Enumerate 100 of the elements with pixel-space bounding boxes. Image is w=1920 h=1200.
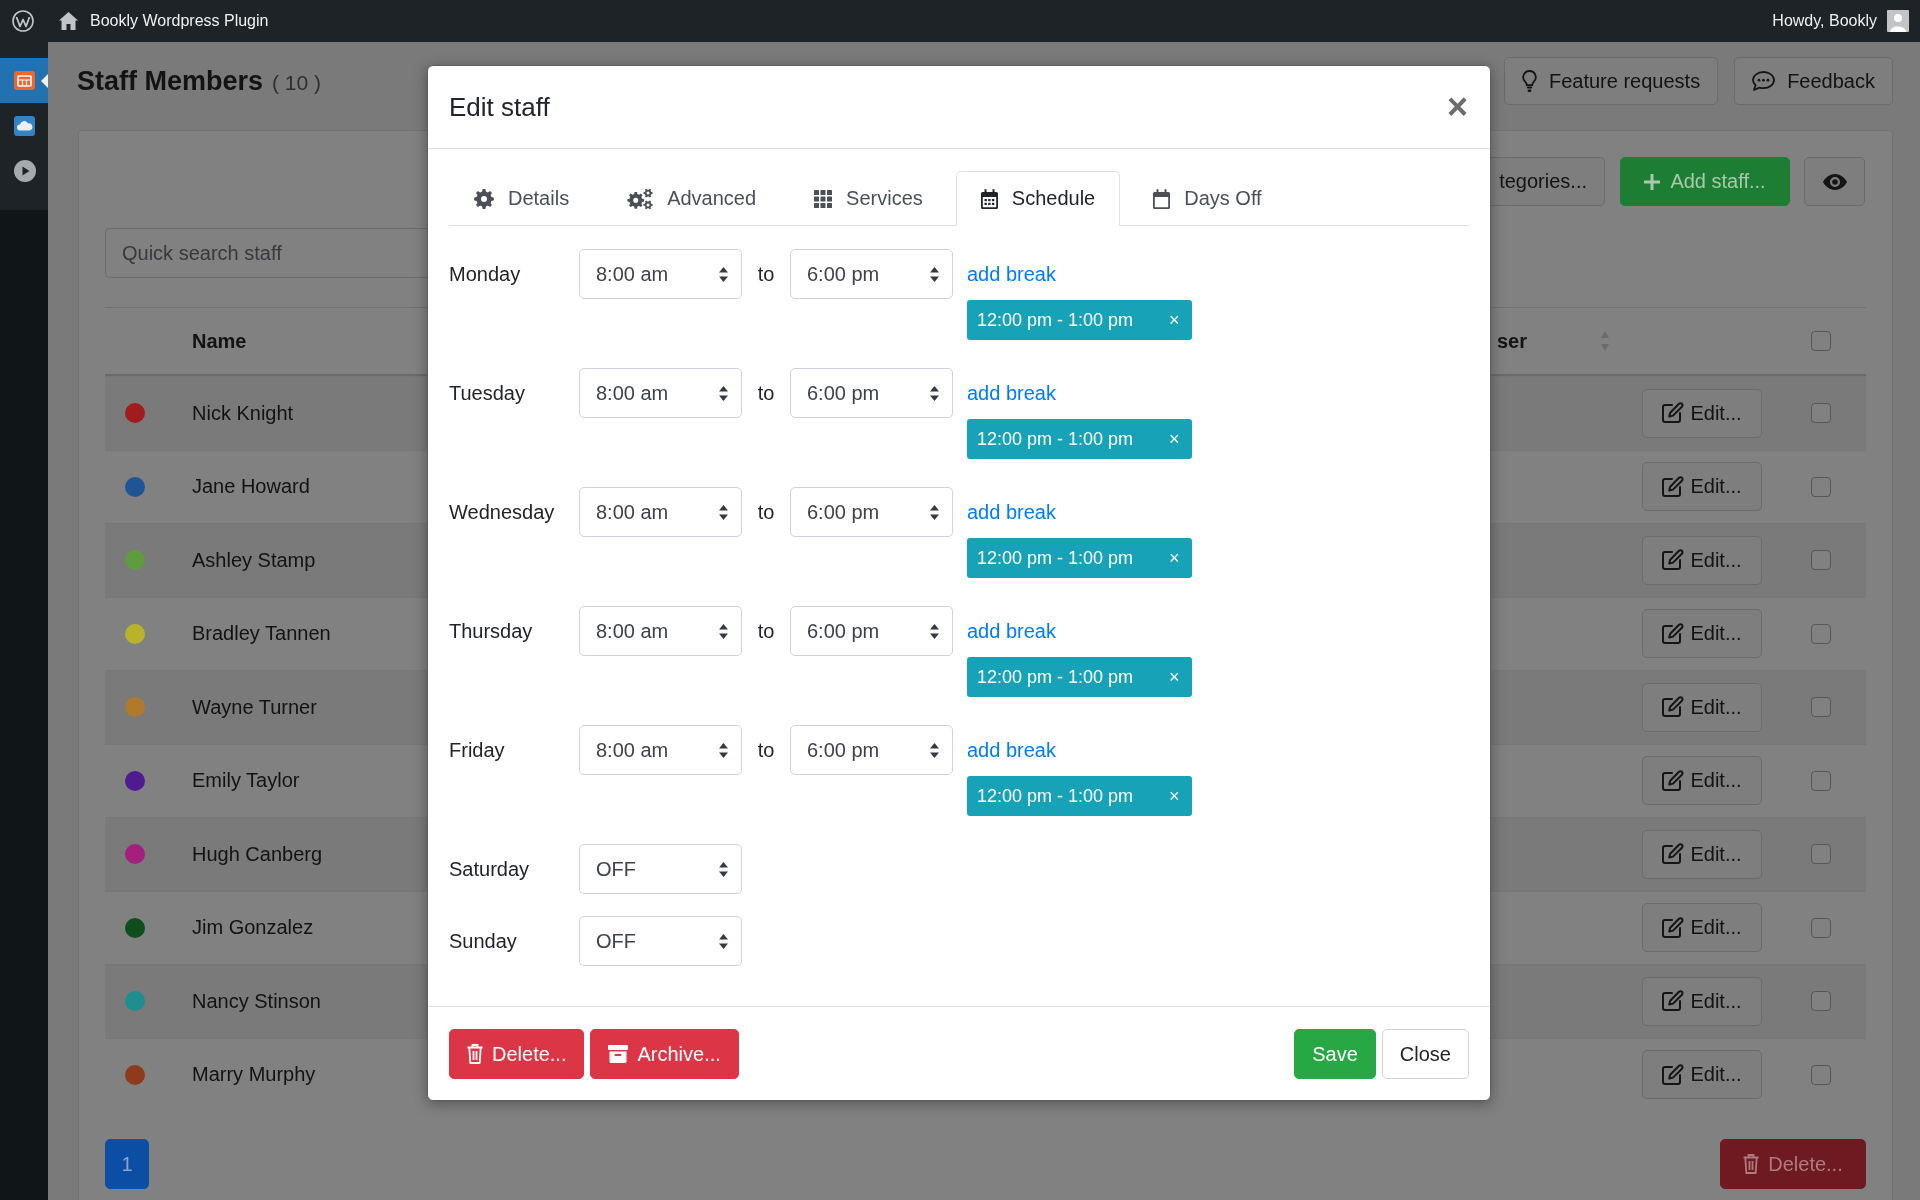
view-toggle-button[interactable] (1804, 157, 1865, 206)
end-time-select[interactable]: 6:00 pm (790, 368, 953, 418)
calendar-icon (1153, 188, 1171, 209)
staff-name: Jim Gonzalez (192, 916, 314, 940)
page-button[interactable]: 1 (105, 1139, 149, 1189)
edit-icon (1662, 990, 1685, 1013)
select-arrows-icon (719, 933, 728, 949)
feature-requests-button[interactable]: Feature requests (1503, 57, 1719, 105)
remove-break-button[interactable]: × (1169, 786, 1180, 806)
separator-text: to (757, 381, 775, 405)
calendar-icon (14, 71, 35, 90)
add-break-link[interactable]: add break (967, 262, 1056, 286)
modal-tab[interactable]: Advanced (602, 171, 782, 226)
select-arrows-icon (719, 385, 728, 401)
row-checkbox[interactable] (1811, 403, 1831, 424)
row-checkbox[interactable] (1811, 770, 1831, 791)
break-time: 12:00 pm - 1:00 pm (977, 309, 1134, 331)
search-field[interactable]: Quick search staff (105, 228, 427, 278)
break-time: 12:00 pm - 1:00 pm (977, 785, 1134, 807)
feedback-button[interactable]: Feedback (1734, 57, 1893, 105)
edit-button[interactable]: Edit... (1642, 976, 1762, 1026)
remove-break-button[interactable]: × (1169, 667, 1180, 687)
select-all-checkbox[interactable] (1811, 331, 1831, 351)
grid-icon (814, 189, 833, 208)
start-time-select[interactable]: 8:00 am (579, 606, 742, 656)
edit-button[interactable]: Edit... (1642, 829, 1762, 879)
edit-button[interactable]: Edit... (1642, 1050, 1762, 1100)
separator-text: to (757, 738, 775, 762)
modal-tab[interactable]: Schedule (955, 171, 1121, 226)
row-checkbox[interactable] (1811, 550, 1831, 571)
add-break-link[interactable]: add break (967, 500, 1056, 524)
edit-button[interactable]: Edit... (1642, 388, 1762, 438)
staff-count: ( 10 ) (272, 71, 322, 95)
page-title: Staff Members (77, 65, 264, 97)
add-break-link[interactable]: add break (967, 619, 1056, 643)
add-staff-button[interactable]: Add staff... (1620, 157, 1790, 206)
staff-name: Marry Murphy (192, 1063, 316, 1087)
select-arrows-icon (930, 742, 939, 758)
home-icon (59, 12, 78, 30)
start-time-select[interactable]: 8:00 am (579, 725, 742, 775)
day-label: Thursday (449, 619, 533, 643)
modal-title: Edit staff (449, 91, 550, 123)
row-checkbox[interactable] (1811, 697, 1831, 718)
calendar-icon (980, 188, 998, 209)
edit-icon (1662, 475, 1685, 498)
end-time-select[interactable]: 6:00 pm (790, 487, 953, 537)
staff-name: Emily Taylor (192, 769, 300, 793)
add-break-link[interactable]: add break (967, 738, 1056, 762)
column-header: ser (1497, 329, 1528, 353)
lightbulb-icon (1521, 70, 1537, 92)
close-button[interactable]: × (1446, 89, 1468, 125)
gears-icon (627, 187, 654, 210)
staff-name: Ashley Stamp (192, 548, 316, 572)
delete-button[interactable]: Delete... (449, 1029, 585, 1079)
select-arrows-icon (930, 385, 939, 401)
account-link[interactable]: Howdy, Bookly (1772, 12, 1877, 30)
row-checkbox[interactable] (1811, 917, 1831, 938)
archive-button[interactable]: Archive... (590, 1029, 739, 1079)
end-time-select[interactable]: 6:00 pm (790, 249, 953, 299)
edit-icon (1662, 549, 1685, 572)
categories-button[interactable]: tegories... (1491, 157, 1605, 206)
site-name-link[interactable]: Bookly Wordpress Plugin (90, 12, 269, 30)
end-time-select[interactable]: 6:00 pm (790, 725, 953, 775)
modal-tab[interactable]: Details (449, 171, 595, 226)
remove-break-button[interactable]: × (1169, 548, 1180, 568)
edit-button[interactable]: Edit... (1642, 682, 1762, 732)
edit-button[interactable]: Edit... (1642, 535, 1762, 585)
start-time-select[interactable]: 8:00 am (579, 249, 742, 299)
separator-text: to (757, 500, 775, 524)
row-checkbox[interactable] (1811, 991, 1831, 1012)
delete-button[interactable]: Delete... (1720, 1139, 1866, 1189)
row-checkbox[interactable] (1811, 844, 1831, 865)
row-checkbox[interactable] (1811, 476, 1831, 497)
select-arrows-icon (930, 504, 939, 520)
close-button[interactable]: Close (1381, 1029, 1469, 1079)
end-time-select[interactable]: 6:00 pm (790, 606, 953, 656)
edit-button[interactable]: Edit... (1642, 756, 1762, 806)
edit-button[interactable]: Edit... (1642, 609, 1762, 659)
eye-icon (1822, 173, 1847, 190)
edit-icon (1662, 916, 1685, 939)
save-button[interactable]: Save (1294, 1029, 1376, 1079)
logo-icon (12, 10, 34, 32)
start-time-select[interactable]: OFF (579, 844, 742, 894)
start-time-select[interactable]: 8:00 am (579, 487, 742, 537)
row-checkbox[interactable] (1811, 1064, 1831, 1085)
gear-icon (474, 188, 494, 209)
edit-icon (1662, 622, 1685, 645)
remove-break-button[interactable]: × (1169, 310, 1180, 330)
remove-break-button[interactable]: × (1169, 429, 1180, 449)
start-time-select[interactable]: OFF (579, 916, 742, 966)
row-checkbox[interactable] (1811, 623, 1831, 644)
edit-button[interactable]: Edit... (1642, 462, 1762, 512)
select-arrows-icon (719, 623, 728, 639)
start-time-select[interactable]: 8:00 am (579, 368, 742, 418)
day-label: Monday (449, 262, 521, 286)
edit-button[interactable]: Edit... (1642, 903, 1762, 953)
add-break-link[interactable]: add break (967, 381, 1056, 405)
modal-tab[interactable]: Days Off (1128, 171, 1287, 226)
day-label: Sunday (449, 929, 517, 953)
modal-tab[interactable]: Services (789, 171, 948, 226)
